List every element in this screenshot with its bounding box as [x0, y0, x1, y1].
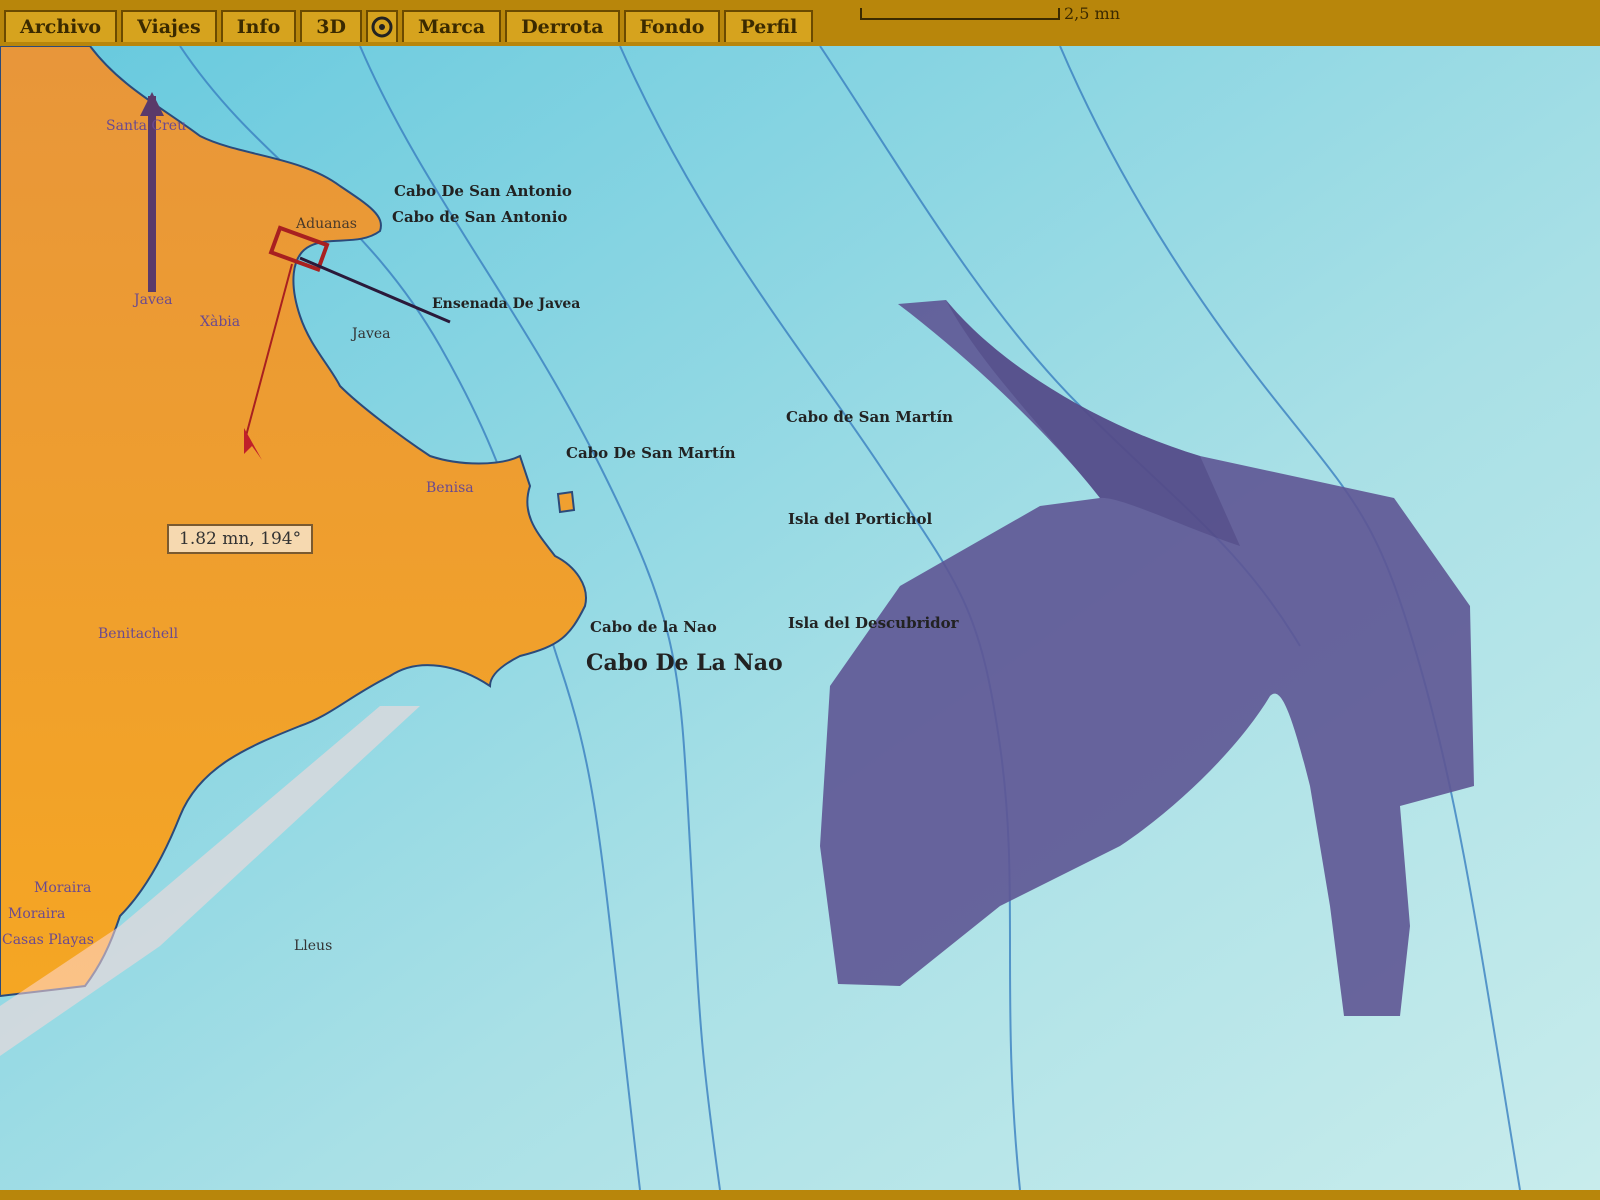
- scale-line: [860, 7, 1060, 20]
- menu-fondo[interactable]: Fondo: [623, 10, 721, 42]
- label-cabo-san-martin-coast: Cabo De San Martín: [566, 444, 736, 462]
- menu-info[interactable]: Info: [220, 10, 297, 42]
- menu-bar: Archivo Viajes Info 3D Marca Derrota Fon…: [0, 0, 1600, 46]
- town-xabia: Xàbia: [200, 314, 241, 330]
- label-cabo-nao-big: Cabo De La Nao: [586, 650, 783, 676]
- measure-readout: 1.82 mn, 194°: [167, 524, 314, 554]
- scale-bar: 2,5 mn: [860, 4, 1120, 23]
- town-benitachell: Benitachell: [98, 626, 179, 642]
- scale-label: 2,5 mn: [1064, 4, 1121, 23]
- label-cabo-san-antonio-2: Cabo de San Antonio: [392, 208, 568, 226]
- town-moraira-2: Moraira: [8, 906, 66, 922]
- town-javea-n: Javea: [134, 292, 173, 308]
- status-bar: [0, 1190, 1600, 1200]
- menu-archivo[interactable]: Archivo: [4, 10, 118, 42]
- town-santa: Santa Creu: [106, 118, 187, 134]
- town-javea-s: Javea: [352, 326, 391, 342]
- label-cabo-san-martin-sea: Cabo de San Martín: [786, 408, 954, 426]
- menu-3d[interactable]: 3D: [300, 10, 362, 42]
- town-moraira-1: Moraira: [34, 880, 92, 896]
- menu-viajes[interactable]: Viajes: [121, 10, 217, 42]
- town-aduanas: Aduanas: [296, 216, 357, 232]
- town-benissa: Benisa: [426, 480, 474, 496]
- label-cabo-san-antonio-1: Cabo De San Antonio: [394, 182, 572, 200]
- nautical-chart[interactable]: Cabo De San Antonio Cabo de San Antonio …: [0, 46, 1600, 1190]
- menu-perfil[interactable]: Perfil: [724, 10, 814, 42]
- islet: [556, 490, 576, 514]
- menu-derrota[interactable]: Derrota: [505, 10, 620, 42]
- label-cabo-nao-small: Cabo de la Nao: [590, 618, 717, 636]
- menu-marca[interactable]: Marca: [401, 10, 502, 42]
- target-icon[interactable]: [365, 10, 398, 42]
- label-ensenada-javea: Ensenada De Javea: [432, 296, 581, 312]
- town-lleus: Lleus: [294, 938, 333, 954]
- label-isla-portichol: Isla del Portichol: [788, 510, 933, 528]
- town-cases: Casas Playas: [2, 932, 94, 948]
- label-isla-descubridor: Isla del Descubridor: [788, 614, 959, 632]
